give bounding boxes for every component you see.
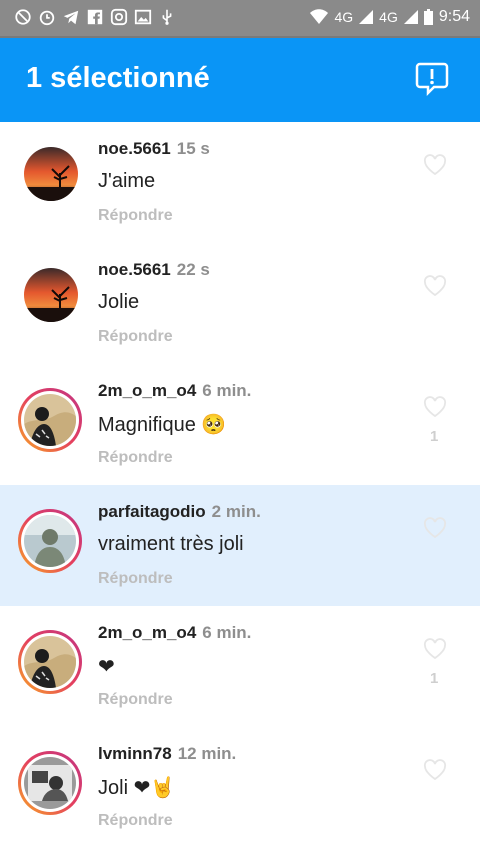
signal-icon-2 [403,10,418,24]
status-icons-right: 4G 4G 9:54 [310,8,470,26]
facebook-icon [87,9,103,25]
comment-time: 15 s [176,139,210,158]
comment-time: 6 min. [202,381,252,400]
reply-button[interactable]: Répondre [98,449,173,467]
avatar[interactable] [18,751,82,815]
telegram-icon [63,10,79,25]
avatar[interactable] [18,388,82,452]
comment-time: 12 min. [177,744,237,763]
like-heart-icon[interactable] [423,759,447,781]
like-heart-icon[interactable] [423,638,447,660]
comment-text: Joli ❤🤘 [98,777,176,799]
reply-button[interactable]: Répondre [98,812,173,830]
comment-username[interactable]: 2m_o_m_o4 6 min. [98,381,251,401]
reply-button[interactable]: Répondre [98,207,173,225]
avatar[interactable] [24,268,78,322]
reply-button[interactable]: Répondre [98,328,173,346]
comment-row[interactable]: noe.5661 15 s J'aime Répondre [0,122,480,243]
clock: 9:54 [438,8,470,25]
comment-row[interactable]: noe.5661 22 s Jolie Répondre [0,243,480,364]
selection-header: 1 sélectionné [0,38,480,122]
no-disturb-icon [15,9,31,25]
battery-icon [423,9,433,25]
selection-count-title: 1 sélectionné [26,62,210,94]
comment-username[interactable]: 2m_o_m_o4 6 min. [98,623,251,643]
like-heart-icon[interactable] [423,154,447,176]
username-text[interactable]: 2m_o_m_o4 [98,623,196,642]
comment-time: 22 s [176,260,210,279]
status-icons-left [14,8,176,26]
avatar[interactable] [18,509,82,573]
avatar[interactable] [24,147,78,201]
comment-row[interactable]: lvminn78 12 min. Joli ❤🤘 Répondre [0,727,480,848]
reply-button[interactable]: Répondre [98,570,173,588]
alarm-icon [39,10,55,26]
comment-row[interactable]: 2m_o_m_o4 6 min. Magnifique 🥺 Répondre 1 [0,364,480,485]
signal-icon [359,10,374,24]
report-icon [415,62,449,97]
username-text[interactable]: noe.5661 [98,260,171,279]
comment-username[interactable]: noe.5661 15 s [98,139,210,159]
usb-icon [162,9,172,25]
image-icon [134,9,152,25]
comment-username[interactable]: noe.5661 22 s [98,260,210,280]
username-text[interactable]: 2m_o_m_o4 [98,381,196,400]
comment-text: Jolie [98,291,140,313]
comment-row[interactable]: parfaitagodio 2 min. vraiment très joli Rép… [0,485,480,606]
instagram-icon [110,8,128,26]
wifi-icon [310,9,329,24]
username-text[interactable]: lvminn78 [98,744,172,763]
comment-text: Magnifique 🥺 [98,414,227,436]
like-heart-icon[interactable] [423,396,447,418]
comment-username[interactable]: parfaitagodio 2 min. [98,502,261,522]
comment-time: 6 min. [202,623,252,642]
username-text[interactable]: noe.5661 [98,139,171,158]
like-heart-icon[interactable] [423,517,447,539]
status-bar: 4G 4G 9:54 [0,0,480,36]
comment-time: 2 min. [211,502,261,521]
report-button[interactable] [414,60,450,97]
comment-text: J'aime [98,170,156,192]
network-label-2: 4G [379,9,398,25]
network-label-1: 4G [334,9,354,25]
like-count: 1 [430,428,439,445]
comment-text: vraiment très joli [98,533,244,555]
like-count: 1 [430,670,439,687]
like-heart-icon[interactable] [423,275,447,297]
avatar[interactable] [18,630,82,694]
comment-list: noe.5661 15 s J'aime Répondre noe.5661 22 s Jo… [0,122,480,848]
comment-username[interactable]: lvminn78 12 min. [98,744,236,764]
comment-text: ❤ [98,656,115,678]
username-text[interactable]: parfaitagodio [98,502,206,521]
comment-row[interactable]: 2m_o_m_o4 6 min. ❤ Répondre 1 [0,606,480,727]
reply-button[interactable]: Répondre [98,691,173,709]
